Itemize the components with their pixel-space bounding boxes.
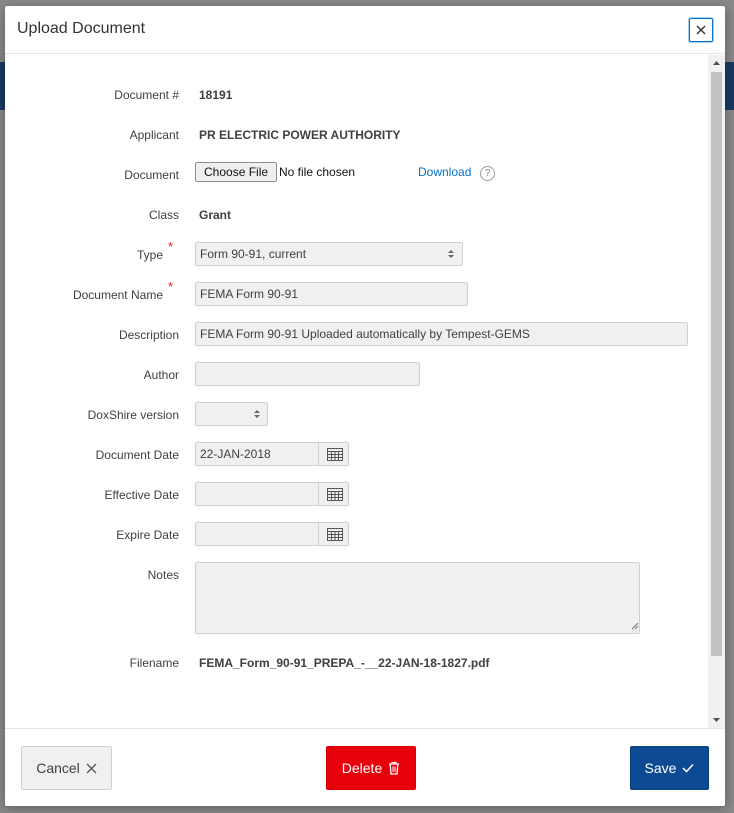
scroll-down-arrow-icon[interactable] bbox=[708, 715, 725, 725]
document-date-label: Document Date bbox=[95, 448, 179, 462]
select-arrows-icon bbox=[446, 247, 456, 261]
document-label: Document bbox=[124, 168, 179, 182]
scrollbar-thumb[interactable] bbox=[711, 72, 722, 656]
effective-date-label: Effective Date bbox=[104, 488, 179, 502]
type-select-value: Form 90-91, current bbox=[200, 247, 307, 261]
author-input[interactable] bbox=[195, 362, 420, 386]
expire-date-input[interactable] bbox=[195, 522, 349, 546]
calendar-icon bbox=[326, 447, 343, 461]
document-date-calendar-button[interactable] bbox=[318, 442, 350, 466]
document-number-label: Document # bbox=[114, 88, 179, 102]
filename-label: Filename bbox=[129, 656, 179, 670]
delete-button-label: Delete bbox=[341, 760, 383, 776]
delete-button[interactable]: Delete bbox=[326, 746, 416, 790]
type-required-marker: * bbox=[168, 239, 174, 254]
cancel-button-label: Cancel bbox=[36, 760, 80, 776]
document-date-input[interactable]: 22-JAN-2018 bbox=[195, 442, 349, 466]
close-icon bbox=[86, 763, 97, 773]
class-label: Class bbox=[148, 208, 179, 222]
notes-textarea[interactable] bbox=[195, 562, 640, 634]
calendar-icon bbox=[326, 527, 343, 541]
notes-label: Notes bbox=[147, 568, 179, 582]
resize-handle-icon[interactable] bbox=[631, 622, 639, 630]
class-value: Grant bbox=[199, 208, 232, 222]
document-date-value: 22-JAN-2018 bbox=[200, 447, 271, 461]
dialog-title: Upload Document bbox=[17, 20, 146, 37]
document-number-value: 18191 bbox=[199, 88, 233, 102]
download-link[interactable]: Download bbox=[418, 165, 471, 179]
help-icon[interactable]: ? bbox=[480, 166, 495, 181]
effective-date-input[interactable] bbox=[195, 482, 349, 506]
applicant-value: PR ELECTRIC POWER AUTHORITY bbox=[199, 128, 401, 142]
document-name-label: Document Name bbox=[72, 288, 163, 302]
select-arrows-icon bbox=[252, 407, 262, 421]
upload-document-dialog: Upload Document Document # 18191 Applica… bbox=[5, 6, 725, 806]
trash-icon bbox=[389, 761, 400, 775]
expire-date-label: Expire Date bbox=[116, 528, 179, 542]
choose-file-button[interactable]: Choose File bbox=[195, 162, 278, 182]
file-status-text: No file chosen bbox=[279, 165, 356, 179]
type-label: Type bbox=[136, 248, 163, 262]
effective-date-calendar-button[interactable] bbox=[318, 482, 350, 506]
description-input[interactable]: FEMA Form 90-91 Uploaded automatically b… bbox=[195, 322, 688, 346]
dialog-footer: Cancel Delete Save bbox=[5, 728, 725, 806]
filename-value: FEMA_Form_90-91_PREPA_-__22-JAN-18-1827.… bbox=[199, 656, 490, 670]
checkmark-icon bbox=[682, 763, 695, 773]
close-icon bbox=[696, 25, 706, 35]
applicant-label: Applicant bbox=[129, 128, 179, 142]
description-label: Description bbox=[118, 328, 179, 342]
close-button[interactable] bbox=[689, 18, 713, 42]
scrollbar[interactable] bbox=[708, 55, 725, 728]
document-name-input[interactable]: FEMA Form 90-91 bbox=[195, 282, 468, 306]
scroll-up-arrow-icon[interactable] bbox=[708, 58, 725, 68]
dialog-header: Upload Document bbox=[5, 6, 725, 54]
save-button[interactable]: Save bbox=[630, 746, 709, 790]
cancel-button[interactable]: Cancel bbox=[21, 746, 112, 790]
save-button-label: Save bbox=[644, 760, 677, 776]
expire-date-calendar-button[interactable] bbox=[318, 522, 350, 546]
doxshire-version-select[interactable] bbox=[195, 402, 268, 426]
document-name-required-marker: * bbox=[168, 279, 174, 294]
dialog-body[interactable]: Document # 18191 Applicant PR ELECTRIC P… bbox=[5, 55, 725, 728]
author-label: Author bbox=[143, 368, 179, 382]
type-select[interactable]: Form 90-91, current bbox=[195, 242, 463, 266]
calendar-icon bbox=[326, 487, 343, 501]
doxshire-version-label: DoxShire version bbox=[87, 408, 179, 422]
